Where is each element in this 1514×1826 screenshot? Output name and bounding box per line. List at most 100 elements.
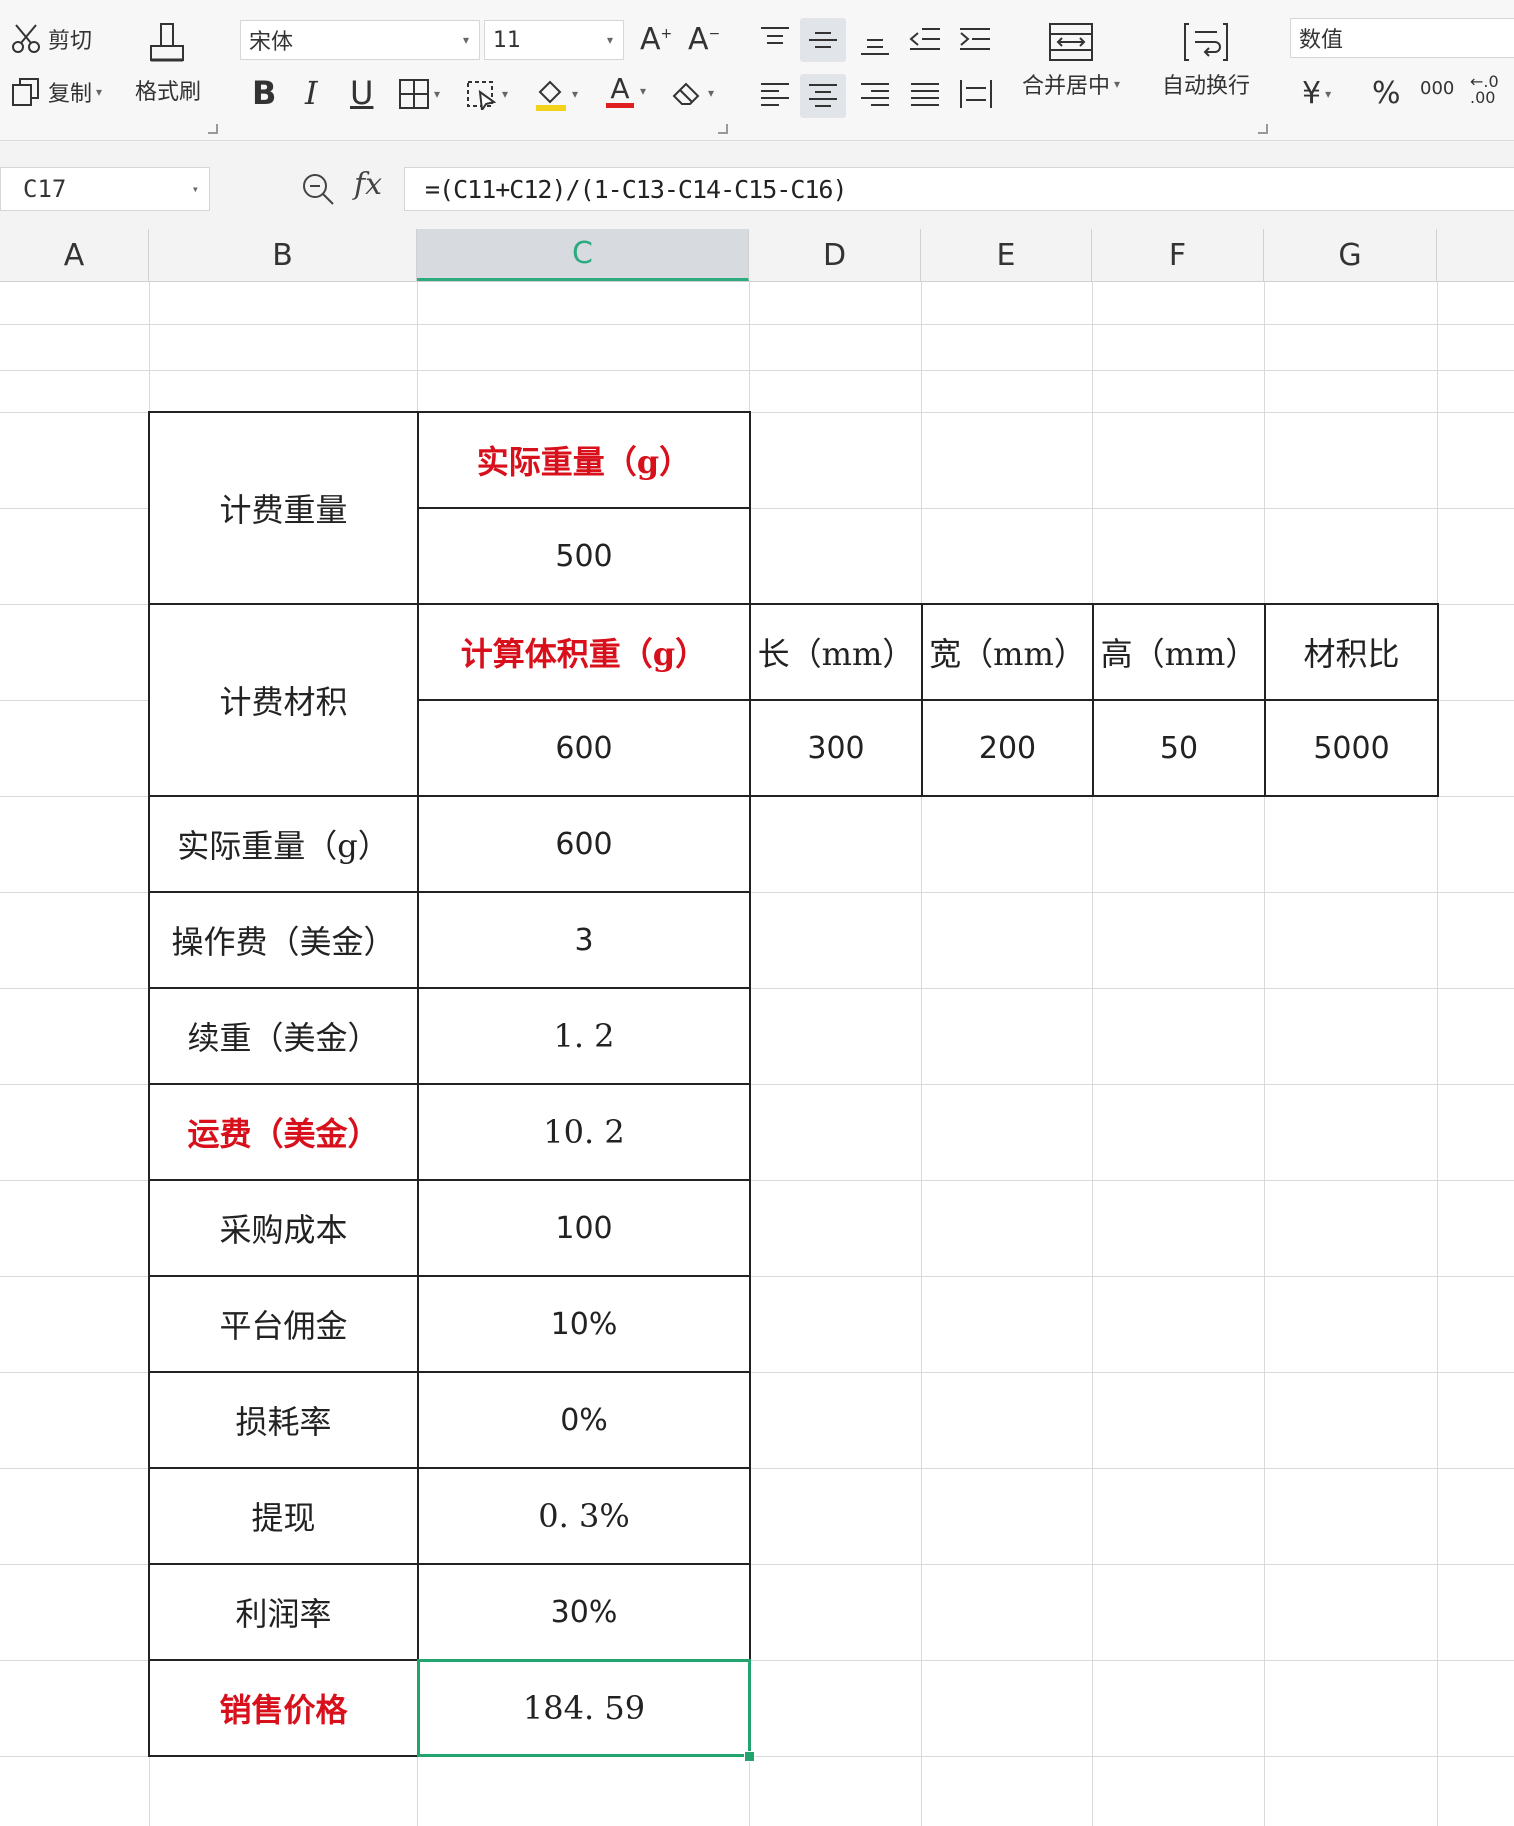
actual-weight-value[interactable]: 500 xyxy=(417,507,751,605)
insert-function-button[interactable]: fx xyxy=(354,167,382,202)
number-format-select[interactable]: 数值 xyxy=(1290,18,1514,58)
row-value-actual-weight[interactable]: 600 xyxy=(417,795,751,893)
row-value-withdrawal[interactable]: 0. 3% xyxy=(417,1467,751,1565)
column-header-label: C xyxy=(572,236,593,271)
align-top-button[interactable] xyxy=(758,24,792,54)
justify-button[interactable] xyxy=(908,80,942,110)
clipboard-group-corner[interactable] xyxy=(208,124,218,134)
row-value-additional-weight[interactable]: 1. 2 xyxy=(417,987,751,1085)
row-label-purchase-cost[interactable]: 采购成本 xyxy=(148,1179,419,1277)
length-value[interactable]: 300 xyxy=(749,699,923,797)
italic-button[interactable]: I xyxy=(305,74,318,112)
spreadsheet-grid[interactable]: 计费重量 实际重量（g） 500 计费材积 计算体积重（g） 600 长（mm）… xyxy=(0,282,1514,1826)
row-value-platform-commission[interactable]: 10% xyxy=(417,1275,751,1373)
actual-weight-header[interactable]: 实际重量（g） xyxy=(417,411,751,509)
row-label-withdrawal[interactable]: 提现 xyxy=(148,1467,419,1565)
brush-icon xyxy=(146,22,190,72)
increase-font-button[interactable]: A+ xyxy=(640,22,672,57)
align-left-button[interactable] xyxy=(758,80,792,110)
merge-center-button[interactable]: 合并居中 ▾ xyxy=(1022,22,1120,100)
decimal-button[interactable]: ←.0 .00 xyxy=(1470,74,1514,106)
align-bottom-button[interactable] xyxy=(858,28,892,58)
column-header-c[interactable]: C xyxy=(417,229,749,281)
width-header[interactable]: 宽（mm） xyxy=(921,603,1094,701)
row-value-loss-rate[interactable]: 0% xyxy=(417,1371,751,1469)
row-label-platform-commission[interactable]: 平台佣金 xyxy=(148,1275,419,1373)
wrap-label: 自动换行 xyxy=(1162,74,1251,99)
length-header[interactable]: 长（mm） xyxy=(749,603,923,701)
chevron-down-icon[interactable]: ▾ xyxy=(1114,77,1120,91)
column-header-f[interactable]: F xyxy=(1092,229,1264,281)
number-format-value: 数值 xyxy=(1299,28,1344,53)
font-size-value: 11 xyxy=(493,27,521,53)
column-header-d[interactable]: D xyxy=(749,229,921,281)
align-center-button[interactable] xyxy=(800,74,846,118)
percent-button[interactable]: % xyxy=(1372,76,1401,111)
calc-volume-weight-header[interactable]: 计算体积重（g） xyxy=(417,603,751,701)
formula-input[interactable]: =(C11+C12)/(1-C13-C14-C15-C16) xyxy=(404,167,1514,211)
zoom-function-button[interactable] xyxy=(300,171,336,211)
column-header-b[interactable]: B xyxy=(149,229,417,281)
height-header[interactable]: 高（mm） xyxy=(1092,603,1266,701)
cell-style-button[interactable]: ▾ xyxy=(466,78,508,110)
align-right-button[interactable] xyxy=(858,80,892,110)
increase-indent-button[interactable] xyxy=(958,24,992,54)
column-header-a[interactable]: A xyxy=(0,229,149,281)
font-size-select[interactable]: 11 ▾ xyxy=(484,20,624,60)
billing-volume-label[interactable]: 计费材积 xyxy=(148,603,419,797)
row-label-actual-weight[interactable]: 实际重量（g） xyxy=(148,795,419,893)
currency-icon: ¥ xyxy=(1302,76,1322,111)
row-value-shipping-fee[interactable]: 10. 2 xyxy=(417,1083,751,1181)
format-painter-button[interactable]: 格式刷 xyxy=(135,22,201,106)
column-header-e[interactable]: E xyxy=(921,229,1092,281)
thousands-button[interactable]: 000 xyxy=(1420,78,1454,99)
decrease-font-button[interactable]: A− xyxy=(688,22,720,57)
currency-button[interactable]: ¥ ▾ xyxy=(1302,76,1331,111)
row-value-purchase-cost[interactable]: 100 xyxy=(417,1179,751,1277)
copy-button[interactable]: 复制 ▾ xyxy=(10,76,102,108)
fill-handle[interactable] xyxy=(744,1751,755,1762)
fx-icon: fx xyxy=(354,167,383,202)
font-group-corner[interactable] xyxy=(718,124,728,134)
wrap-text-button[interactable]: 自动换行 xyxy=(1162,22,1250,100)
row-label-loss-rate[interactable]: 损耗率 xyxy=(148,1371,419,1469)
chevron-down-icon: ▾ xyxy=(640,84,647,98)
row-value-operation-fee[interactable]: 3 xyxy=(417,891,751,989)
chevron-down-icon[interactable]: ▾ xyxy=(192,182,199,196)
row-label-shipping-fee[interactable]: 运费（美金） xyxy=(148,1083,419,1181)
decrease-indent-button[interactable] xyxy=(908,24,942,54)
row-label-operation-fee[interactable]: 操作费（美金） xyxy=(148,891,419,989)
border-button[interactable]: ▾ xyxy=(398,78,440,110)
underline-button[interactable]: U xyxy=(350,74,373,112)
align-middle-button[interactable] xyxy=(800,18,846,62)
chevron-down-icon: ▾ xyxy=(502,87,509,101)
height-value[interactable]: 50 xyxy=(1092,699,1266,797)
row-label-profit-rate[interactable]: 利润率 xyxy=(148,1563,419,1661)
width-value[interactable]: 200 xyxy=(921,699,1094,797)
row-label-additional-weight[interactable]: 续重（美金） xyxy=(148,987,419,1085)
font-name-select[interactable]: 宋体 ▾ xyxy=(240,20,480,60)
calc-volume-weight-value[interactable]: 600 xyxy=(417,699,751,797)
copy-dropdown-icon[interactable]: ▾ xyxy=(96,85,102,99)
fill-color-button[interactable]: ▾ xyxy=(534,76,578,112)
billing-weight-label[interactable]: 计费重量 xyxy=(148,411,419,605)
row-label-sale-price[interactable]: 销售价格 xyxy=(148,1659,419,1757)
column-header-label: E xyxy=(996,237,1016,273)
column-header-g[interactable]: G xyxy=(1264,229,1437,281)
cut-button[interactable]: 剪切 xyxy=(10,22,92,56)
volume-ratio-value[interactable]: 5000 xyxy=(1264,699,1439,797)
column-header-h[interactable] xyxy=(1437,229,1514,281)
cut-label: 剪切 xyxy=(48,29,93,54)
row-value-profit-rate[interactable]: 30% xyxy=(417,1563,751,1661)
distributed-align-button[interactable] xyxy=(958,78,994,110)
volume-ratio-header[interactable]: 材积比 xyxy=(1264,603,1439,701)
svg-text:A: A xyxy=(610,72,629,105)
align-bottom-icon xyxy=(858,28,892,58)
font-increase-icon: A+ xyxy=(640,22,673,57)
selected-cell-sale-price[interactable]: 184. 59 xyxy=(417,1659,751,1757)
alignment-group-corner[interactable] xyxy=(1258,124,1268,134)
clear-format-button[interactable]: ▾ xyxy=(670,78,714,108)
name-box[interactable]: C17 ▾ xyxy=(0,167,210,211)
bold-button[interactable]: B xyxy=(252,74,276,112)
font-color-button[interactable]: A ▾ xyxy=(604,72,646,110)
